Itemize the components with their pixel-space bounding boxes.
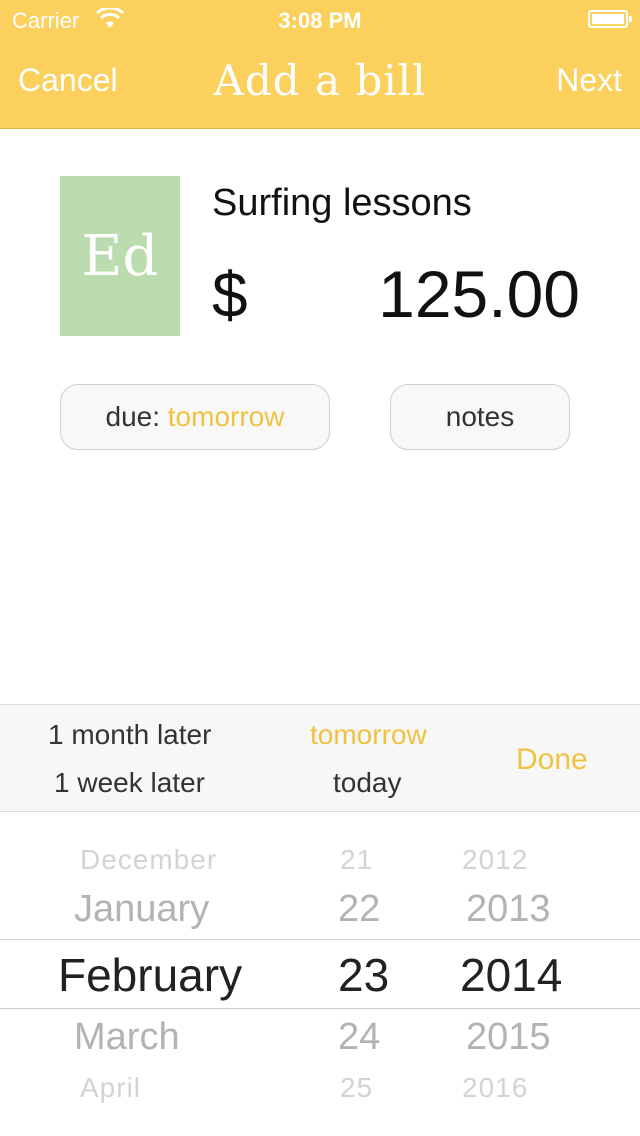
month-item[interactable]: January <box>74 888 209 931</box>
day-item[interactable]: 24 <box>338 1016 380 1059</box>
date-picker[interactable]: December January February March April 21… <box>0 812 640 1136</box>
option-1-month-later[interactable]: 1 month later <box>48 719 211 751</box>
year-item-selected[interactable]: 2014 <box>460 948 562 1002</box>
page-title: Add a bill <box>213 56 427 105</box>
due-date-button[interactable]: due: tomorrow <box>60 384 330 450</box>
year-column[interactable]: 2012 2013 2014 2015 2016 <box>458 812 578 1136</box>
month-item[interactable]: March <box>74 1016 180 1059</box>
day-item[interactable]: 25 <box>340 1072 373 1104</box>
due-value: tomorrow <box>167 401 285 432</box>
option-today[interactable]: today <box>333 767 402 799</box>
day-item-selected[interactable]: 23 <box>338 948 389 1002</box>
month-column[interactable]: December January February March April <box>58 812 288 1136</box>
status-bar: Carrier 3:08 PM <box>0 0 640 40</box>
option-tomorrow[interactable]: tomorrow <box>310 719 427 751</box>
avatar[interactable]: Ed <box>60 176 180 336</box>
battery-icon <box>588 10 632 28</box>
day-column[interactable]: 21 22 23 24 25 <box>330 812 400 1136</box>
day-item[interactable]: 22 <box>338 888 380 931</box>
navigation-bar: Carrier 3:08 PM Cancel Add a bill Next <box>0 0 640 129</box>
bill-name[interactable]: Surfing lessons <box>212 182 472 225</box>
option-1-week-later[interactable]: 1 week later <box>54 767 205 799</box>
day-item[interactable]: 21 <box>340 844 373 876</box>
bill-amount[interactable]: 125.00 <box>378 256 580 332</box>
year-item[interactable]: 2012 <box>462 844 528 876</box>
currency-symbol: $ <box>212 259 248 331</box>
due-label: due: <box>105 401 161 432</box>
quick-date-bar: 1 month later 1 week later tomorrow toda… <box>0 704 640 812</box>
done-button[interactable]: Done <box>516 743 588 777</box>
year-item[interactable]: 2016 <box>462 1072 528 1104</box>
next-button[interactable]: Next <box>556 62 622 99</box>
year-item[interactable]: 2013 <box>466 888 551 931</box>
status-time: 3:08 PM <box>278 8 362 33</box>
month-item[interactable]: December <box>80 844 217 876</box>
year-item[interactable]: 2015 <box>466 1016 551 1059</box>
month-item-selected[interactable]: February <box>58 948 242 1002</box>
month-item[interactable]: April <box>80 1072 141 1104</box>
notes-button[interactable]: notes <box>390 384 570 450</box>
